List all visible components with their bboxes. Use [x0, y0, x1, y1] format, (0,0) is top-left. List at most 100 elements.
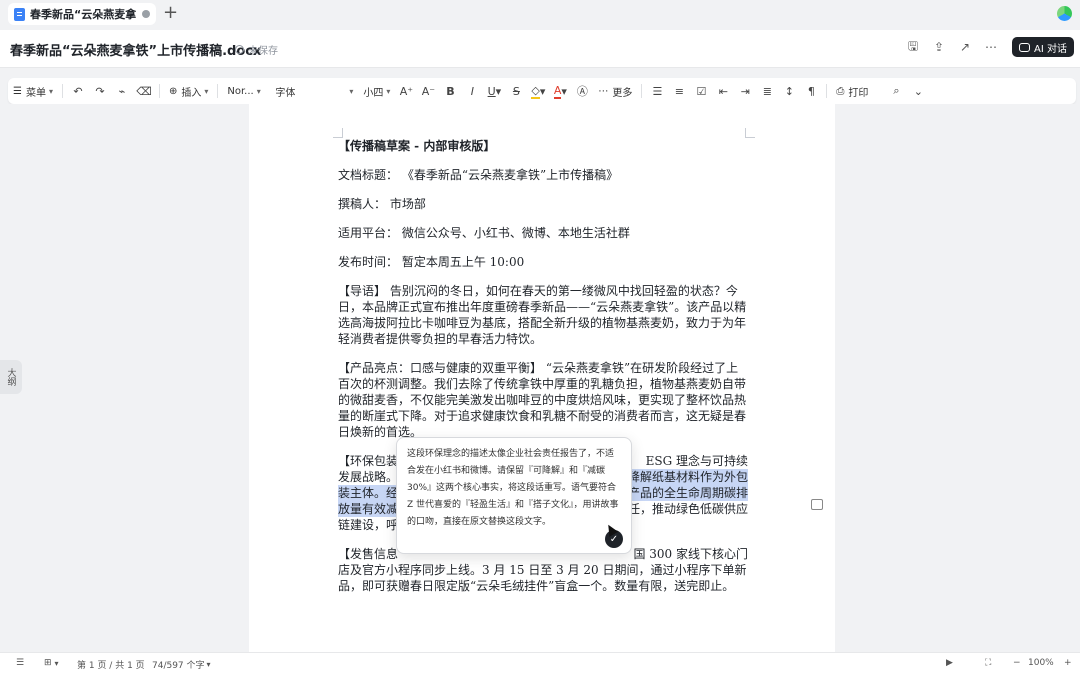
fullscreen-icon[interactable]: ⛶ — [985, 658, 991, 668]
meta-title: 文档标题： 《春季新品“云朵燕麦拿铁”上市传播稿》 — [338, 167, 748, 183]
doc-heading: 【传播稿草案 - 内部审核版】 — [338, 139, 496, 153]
highlight-paragraph: 【产品亮点：口感与健康的双重平衡】 “云朵燕麦拿铁”在研发阶段经过了上百次的杯测… — [338, 361, 747, 439]
divider — [61, 84, 63, 98]
app-logo-icon — [1057, 6, 1072, 21]
meta-label: 文档标题： — [338, 168, 399, 182]
collapse-toolbar-icon[interactable]: ⌄ — [907, 80, 929, 102]
ai-prompt-popup[interactable]: 这段环保理念的描述太像企业社会责任报告了，不适合发在小红书和微博。请保留『可降解… — [396, 437, 632, 554]
add-circle-icon: ⊕ — [168, 85, 178, 97]
save-status: 未保存 — [235, 42, 278, 57]
bullet-list-icon[interactable]: ☰ — [646, 80, 668, 102]
font-color-button[interactable]: A ▾ — [549, 80, 571, 102]
title-bar: 春季新品“云朵燕麦拿铁”上市传播稿.docx 未保存 🖫 ⇪ ↗ ⋯ AI 对话 — [0, 30, 1080, 68]
font-select[interactable]: 字体 ▾ — [270, 80, 358, 102]
menu-icon: ☰ — [13, 85, 22, 97]
meta-value: 微信公众号、小红书、微博、本地生活社群 — [401, 226, 630, 240]
document-title[interactable]: 春季新品“云朵燕麦拿铁”上市传播稿.docx — [10, 40, 261, 59]
meta-label: 适用平台： — [338, 226, 399, 240]
ai-chat-button[interactable]: AI 对话 — [1012, 37, 1074, 57]
selected-text: 装主体。经 — [338, 486, 399, 500]
tab-title: 春季新品“云朵燕麦拿铁 — [30, 8, 136, 21]
layout-icon[interactable]: ⊞ ▾ — [44, 658, 59, 668]
eraser-icon[interactable]: ⌫ — [133, 80, 155, 102]
outline-toggle[interactable]: 大纲 — [0, 360, 22, 394]
italic-button[interactable]: I — [461, 80, 483, 102]
font-shrink-icon[interactable]: A⁻ — [417, 80, 439, 102]
more-label: 更多 — [612, 87, 633, 99]
divider — [217, 84, 219, 98]
divider — [826, 84, 828, 98]
robot-icon — [1019, 42, 1031, 52]
line-spacing-icon[interactable]: ↕ — [778, 80, 800, 102]
print-label: 打印 — [848, 87, 869, 99]
sale-line-start: 【发售信息 — [338, 547, 399, 561]
word-count[interactable]: 74/597 个字 ▾ — [152, 658, 211, 671]
intro-paragraph: 【导语】 告别沉闷的冬日，如何在春天的第一缕微风中找回轻盈的状态？今日，本品牌正… — [338, 284, 747, 346]
meta-value: 市场部 — [389, 197, 426, 211]
zoom-level[interactable]: 100% — [1028, 658, 1054, 668]
meta-label: 撰稿人： — [338, 197, 387, 211]
font-color-letter: A — [553, 83, 562, 99]
insert-button[interactable]: ⊕ 插入 ▾ — [164, 80, 213, 102]
page-corner-mark — [745, 128, 755, 138]
strikethrough-button[interactable]: S — [505, 80, 527, 102]
outline-view-icon[interactable]: ☰ — [16, 658, 24, 668]
more-icon[interactable]: ⋯ — [980, 36, 1002, 58]
meta-value: 《春季新品“云朵燕麦拿铁”上市传播稿》 — [401, 168, 619, 182]
size-select[interactable]: 小四 ▾ — [358, 80, 395, 102]
paragraph-format-icon[interactable]: ¶ — [800, 80, 822, 102]
zoom-in-icon[interactable]: + — [1064, 658, 1072, 668]
indent-icon[interactable]: ⇥ — [734, 80, 756, 102]
sale-rest: 店及官方小程序同步上线。3 月 15 日至 3 月 20 日期间，通过小程序下单… — [338, 563, 747, 593]
meta-publish-time: 发布时间： 暂定本周五上午 10:00 — [338, 254, 748, 270]
chevron-down-icon: ▾ — [561, 84, 567, 98]
print-button[interactable]: ⎙ 打印 — [831, 80, 873, 102]
zoom-out-icon[interactable]: − — [1013, 658, 1021, 668]
font-value: 字体 — [275, 87, 296, 99]
divider — [641, 84, 643, 98]
document-icon — [14, 7, 25, 21]
style-select[interactable]: Nor... ▾ — [222, 80, 270, 102]
close-tab-icon[interactable] — [142, 10, 150, 18]
menu-button[interactable]: ☰ 菜单 ▾ — [8, 80, 58, 102]
save-icon[interactable]: 🖫 — [902, 36, 924, 58]
outdent-icon[interactable]: ⇤ — [712, 80, 734, 102]
chevron-down-icon: ▾ — [386, 86, 391, 96]
bold-button[interactable]: B — [439, 80, 461, 102]
meta-label: 发布时间： — [338, 255, 399, 269]
redo-icon[interactable]: ↷ — [89, 80, 111, 102]
plus-icon[interactable]: + — [163, 4, 178, 22]
sale-line-end: 国 300 家线下核心门 — [633, 547, 748, 561]
align-icon[interactable]: ≣ — [756, 80, 778, 102]
eco-line-start: 发展战略。 — [338, 470, 399, 484]
eco-line-end: 任，推动绿色低碳供应 — [627, 502, 748, 516]
word-count-value: 74/597 个字 — [152, 661, 205, 671]
format-toolbar: ☰ 菜单 ▾ ↶ ↷ ⌁ ⌫ ⊕ 插入 ▾ Nor... ▾ 字体 ▾ 小四 ▾ A⁺ A… — [8, 78, 1076, 104]
underline-button[interactable]: U ▾ — [483, 80, 505, 102]
chevron-down-icon: ▾ — [349, 86, 354, 96]
printer-icon: ⎙ — [836, 85, 845, 97]
insert-label: 插入 — [181, 87, 202, 99]
eco-line-start: 链建设，呼 — [338, 518, 399, 532]
numbered-list-icon[interactable]: ≡ — [668, 80, 690, 102]
title-actions: 🖫 ⇪ ↗ ⋯ AI 对话 — [902, 36, 1074, 58]
unsaved-icon — [235, 45, 244, 54]
font-grow-icon[interactable]: A⁺ — [395, 80, 417, 102]
add-comment-icon[interactable] — [811, 499, 823, 510]
text-effect-icon[interactable]: Ⓐ — [571, 80, 593, 102]
meta-value: 暂定本周五上午 10:00 — [401, 255, 525, 269]
document-page[interactable]: 【传播稿草案 - 内部审核版】 文档标题： 《春季新品“云朵燕麦拿铁”上市传播稿… — [249, 104, 835, 652]
format-painter-icon[interactable]: ⌁ — [111, 80, 133, 102]
undo-icon[interactable]: ↶ — [67, 80, 89, 102]
play-icon[interactable]: ▶ — [946, 658, 953, 668]
prompt-text[interactable]: 这段环保理念的描述太像企业社会责任报告了，不适合发在小红书和微博。请保留『可降解… — [407, 446, 621, 531]
share-icon[interactable]: ↗ — [954, 36, 976, 58]
chevron-down-icon: ▾ — [495, 84, 502, 98]
more-button[interactable]: ⋯ 更多 — [593, 80, 637, 102]
search-icon[interactable]: ⌕ — [885, 80, 907, 102]
highlight-icon[interactable]: ◇ ▾ — [527, 80, 549, 102]
chevron-down-icon: ▾ — [256, 86, 261, 96]
document-tab[interactable]: 春季新品“云朵燕麦拿铁 — [8, 3, 156, 25]
upload-icon[interactable]: ⇪ — [928, 36, 950, 58]
checklist-icon[interactable]: ☑ — [690, 80, 712, 102]
